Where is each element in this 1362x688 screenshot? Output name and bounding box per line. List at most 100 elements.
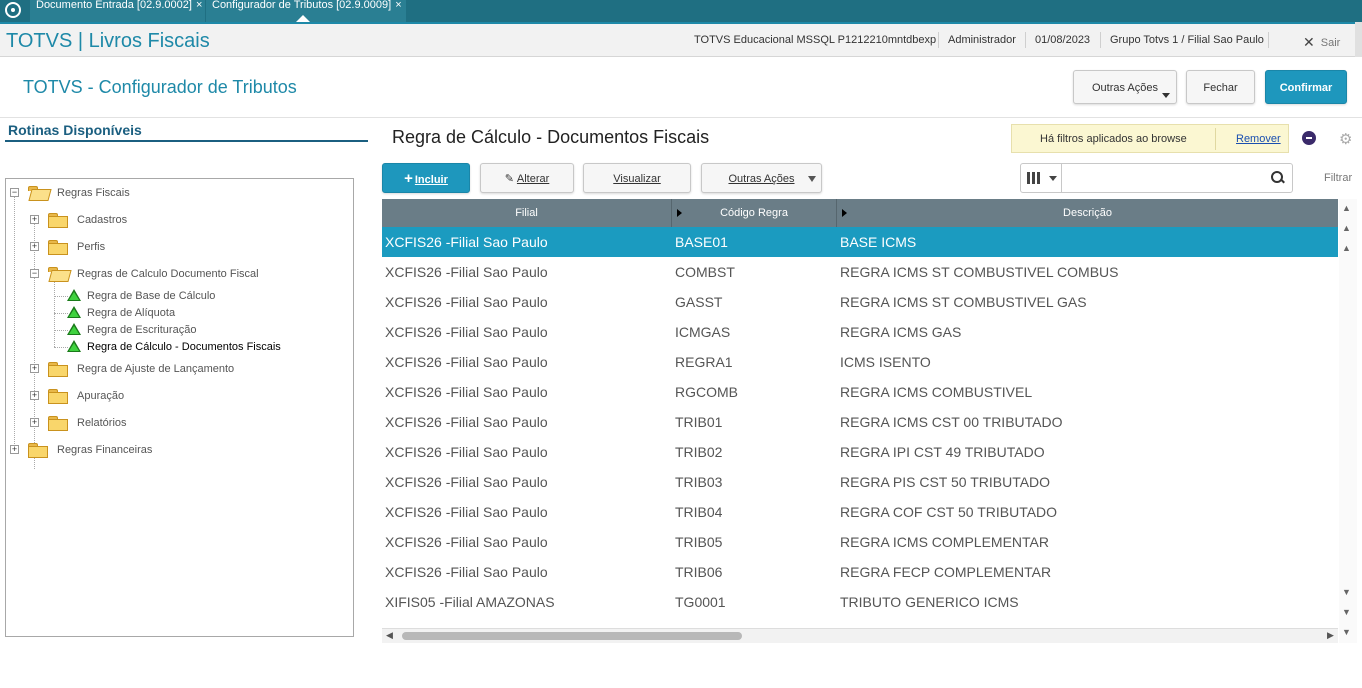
- remove-filter-link[interactable]: Remover: [1236, 133, 1281, 145]
- tree-connector: [34, 224, 35, 469]
- cell-descricao: REGRA IPI CST 49 TRIBUTADO: [840, 444, 1045, 460]
- search-icon[interactable]: [1271, 171, 1283, 183]
- tree-item-perfis[interactable]: Perfis: [77, 241, 105, 253]
- table-row[interactable]: XCFIS26 -Filial Sao Paulo BASE01 BASE ICMS: [382, 227, 1338, 257]
- cell-codigo: REGRA1: [675, 354, 733, 370]
- expand-toggle[interactable]: +: [30, 418, 39, 427]
- alterar-button[interactable]: ✎ Alterar: [480, 163, 574, 193]
- active-tab-indicator: [296, 15, 310, 22]
- filtrar-link[interactable]: Filtrar: [1324, 172, 1352, 184]
- minus-circle-icon[interactable]: [1302, 131, 1316, 145]
- table-row[interactable]: XCFIS26 -Filial Sao Paulo TRIB05 REGRA ICM…: [382, 527, 1338, 557]
- fechar-button[interactable]: Fechar: [1186, 70, 1255, 104]
- company-info: Grupo Totvs 1 / Filial Sao Paulo: [1110, 34, 1264, 46]
- sort-arrow-icon: [677, 209, 682, 217]
- incluir-button[interactable]: + Incluir: [382, 163, 470, 193]
- confirmar-button[interactable]: Confirmar: [1265, 70, 1347, 104]
- tree-item-cadastros[interactable]: Cadastros: [77, 214, 127, 226]
- column-label: Filial: [515, 207, 538, 219]
- cell-filial: XCFIS26 -Filial Sao Paulo: [385, 384, 548, 400]
- divider: [1025, 32, 1026, 48]
- cell-codigo: COMBST: [675, 264, 735, 280]
- tree-item-apuracao[interactable]: Apuração: [77, 390, 124, 402]
- tree-item-regra-escrituracao[interactable]: Regra de Escrituração: [87, 324, 196, 336]
- cell-codigo: TG0001: [675, 594, 726, 610]
- gear-icon[interactable]: ⚙: [1339, 130, 1352, 148]
- date-info: 01/08/2023: [1035, 34, 1091, 46]
- folder-open-icon: [28, 186, 48, 200]
- tree-connector: [54, 330, 68, 331]
- tree-item-regra-ajuste-lancamento[interactable]: Regra de Ajuste de Lançamento: [77, 363, 234, 375]
- grid-vertical-scrollbar[interactable]: ▲ ▲ ▲ ▼ ▼ ▼: [1339, 199, 1357, 643]
- visualizar-button[interactable]: Visualizar: [583, 163, 691, 193]
- divider: [938, 32, 939, 48]
- column-header-codigo-regra[interactable]: Código Regra: [672, 199, 837, 227]
- page-title: TOTVS - Configurador de Tributos: [23, 77, 297, 97]
- tree-item-regras-calculo-documento-fiscal[interactable]: Regras de Calculo Documento Fiscal: [77, 268, 259, 280]
- tab-documento-entrada[interactable]: Documento Entrada [02.9.0002] ×: [30, 0, 205, 22]
- grid-horizontal-scrollbar[interactable]: ◀ ▶: [382, 628, 1338, 643]
- environment-info: TOTVS Educacional MSSQL P1212210mntdbexp: [694, 34, 937, 46]
- cell-codigo: GASST: [675, 294, 723, 310]
- cell-filial: XCFIS26 -Filial Sao Paulo: [385, 264, 548, 280]
- close-icon[interactable]: ×: [395, 0, 401, 11]
- expand-toggle[interactable]: +: [10, 445, 19, 454]
- scroll-page-down-icon[interactable]: ▼: [1342, 607, 1351, 617]
- outras-acoes-grid-button[interactable]: Outras Ações: [701, 163, 822, 193]
- collapse-toggle[interactable]: −: [30, 269, 39, 278]
- scroll-thumb[interactable]: [402, 632, 742, 640]
- tree-connector: [54, 347, 68, 348]
- tree-item-relatorios[interactable]: Relatórios: [77, 417, 127, 429]
- table-row[interactable]: XCFIS26 -Filial Sao Paulo TRIB03 REGRA PIS…: [382, 467, 1338, 497]
- outras-acoes-button[interactable]: Outras Ações: [1073, 70, 1177, 104]
- tree-connector: [54, 296, 68, 297]
- home-icon[interactable]: [5, 2, 21, 18]
- window-scrollbar[interactable]: [1355, 22, 1362, 57]
- table-row[interactable]: XCFIS26 -Filial Sao Paulo REGRA1 ICMS ISEN…: [382, 347, 1338, 377]
- tree-item-regras-fiscais[interactable]: Regras Fiscais: [57, 187, 130, 199]
- expand-toggle[interactable]: +: [30, 391, 39, 400]
- expand-toggle[interactable]: +: [30, 215, 39, 224]
- scroll-top-icon[interactable]: ▲: [1342, 203, 1351, 213]
- tree-item-regra-aliquota[interactable]: Regra de Alíquota: [87, 307, 175, 319]
- scroll-right-icon[interactable]: ▶: [1327, 630, 1334, 641]
- cell-descricao: ICMS ISENTO: [840, 354, 931, 370]
- exit-button[interactable]: ✕ Sair: [1303, 33, 1340, 50]
- tree-item-regra-base-calculo[interactable]: Regra de Base de Cálculo: [87, 290, 215, 302]
- table-row[interactable]: XCFIS26 -Filial Sao Paulo COMBST REGRA ICM…: [382, 257, 1338, 287]
- table-row[interactable]: XCFIS26 -Filial Sao Paulo TRIB02 REGRA IPI…: [382, 437, 1338, 467]
- table-row[interactable]: XCFIS26 -Filial Sao Paulo ICMGAS REGRA ICM…: [382, 317, 1338, 347]
- table-row[interactable]: XCFIS26 -Filial Sao Paulo TRIB06 REGRA FEC…: [382, 557, 1338, 587]
- table-row[interactable]: XCFIS26 -Filial Sao Paulo GASST REGRA ICMS…: [382, 287, 1338, 317]
- expand-toggle[interactable]: +: [30, 364, 39, 373]
- scroll-page-up-icon[interactable]: ▲: [1342, 223, 1351, 233]
- scroll-up-icon[interactable]: ▲: [1342, 243, 1351, 253]
- collapse-toggle[interactable]: −: [10, 188, 19, 197]
- table-row[interactable]: XCFIS26 -Filial Sao Paulo RGCOMB REGRA ICM…: [382, 377, 1338, 407]
- tab-configurador-tributos[interactable]: Configurador de Tributos [02.9.0009] ×: [206, 0, 406, 22]
- tree-item-regras-financeiras[interactable]: Regras Financeiras: [57, 444, 152, 456]
- chevron-down-icon: [1162, 93, 1170, 98]
- table-row[interactable]: XIFIS05 -Filial AMAZONAS TG0001 TRIBUTO GE…: [382, 587, 1338, 617]
- scroll-left-icon[interactable]: ◀: [386, 630, 393, 641]
- expand-toggle[interactable]: +: [30, 242, 39, 251]
- table-row[interactable]: XCFIS26 -Filial Sao Paulo TRIB01 REGRA ICM…: [382, 407, 1338, 437]
- scroll-down-icon[interactable]: ▼: [1342, 587, 1351, 597]
- tree-item-regra-calculo-documentos-fiscais[interactable]: Regra de Cálculo - Documentos Fiscais: [87, 341, 281, 353]
- column-header-filial[interactable]: Filial: [382, 199, 672, 227]
- app-title: TOTVS | Livros Fiscais: [6, 30, 210, 52]
- button-label: Alterar: [516, 173, 550, 185]
- scroll-bottom-icon[interactable]: ▼: [1342, 627, 1351, 637]
- pencil-icon: ✎: [504, 173, 514, 185]
- plus-icon: +: [404, 170, 413, 187]
- column-header-descricao[interactable]: Descrição: [837, 199, 1338, 227]
- cell-codigo: BASE01: [675, 234, 728, 250]
- cell-codigo: TRIB01: [675, 414, 723, 430]
- columns-icon[interactable]: [1027, 172, 1043, 184]
- table-row[interactable]: XCFIS26 -Filial Sao Paulo TRIB04 REGRA COF…: [382, 497, 1338, 527]
- cell-descricao: REGRA ICMS CST 00 TRIBUTADO: [840, 414, 1063, 430]
- chevron-down-icon[interactable]: [1049, 176, 1057, 181]
- tree-connector: [54, 313, 68, 314]
- search-box: [1020, 163, 1293, 193]
- close-icon[interactable]: ×: [196, 0, 202, 11]
